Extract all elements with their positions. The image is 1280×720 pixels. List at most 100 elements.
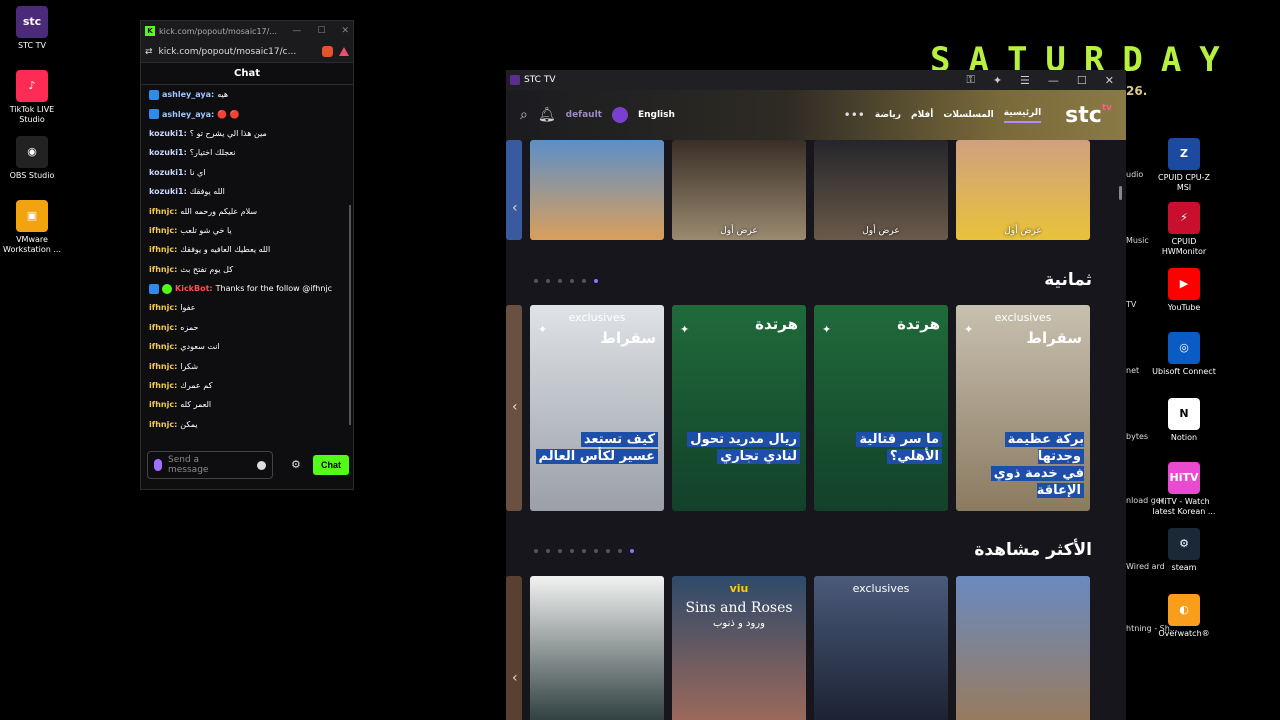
search-icon[interactable]: ⌕ bbox=[520, 107, 528, 123]
site-info-icon[interactable]: ⇄ bbox=[145, 47, 153, 57]
chat-username[interactable]: ifhnjc: bbox=[149, 362, 177, 371]
pager-dot[interactable] bbox=[594, 549, 598, 553]
desktop-shortcut[interactable]: Z CPUID CPU-Z MSI bbox=[1152, 138, 1216, 193]
chat-username[interactable]: ifhnjc: bbox=[149, 381, 177, 390]
microphone-icon[interactable] bbox=[154, 459, 162, 471]
desktop-shortcut-label-partial[interactable]: Music bbox=[1126, 236, 1149, 246]
chat-username[interactable]: ifhnjc: bbox=[149, 207, 177, 216]
chat-username[interactable]: kozuki1: bbox=[149, 129, 187, 138]
poster-card[interactable]: عرض أول bbox=[956, 140, 1090, 240]
chat-url-text[interactable]: kick.com/popout/mosaic17/c... bbox=[159, 47, 297, 57]
nav-item-movies[interactable]: أفلام bbox=[911, 110, 933, 120]
poster-card-partial[interactable] bbox=[506, 140, 522, 240]
more-options-icon[interactable]: ••• bbox=[844, 108, 865, 122]
chat-username[interactable]: ifhnjc: bbox=[149, 303, 177, 312]
carousel-pager[interactable] bbox=[534, 279, 598, 283]
profile-avatar[interactable] bbox=[611, 107, 628, 123]
chat-username[interactable]: ifhnjc: bbox=[149, 400, 177, 409]
desktop-shortcut[interactable]: ♪ TikTok LIVE Studio bbox=[0, 70, 64, 125]
pager-dot[interactable] bbox=[582, 549, 586, 553]
desktop-shortcut-label-partial[interactable]: net bbox=[1126, 366, 1139, 376]
chat-username[interactable]: ashley_aya: bbox=[162, 110, 214, 119]
brave-rewards-icon[interactable] bbox=[339, 47, 349, 56]
chat-username[interactable]: ifhnjc: bbox=[149, 342, 177, 351]
close-icon[interactable]: ✕ bbox=[341, 26, 349, 36]
chat-username[interactable]: ifhnjc: bbox=[149, 245, 177, 254]
nav-item-home[interactable]: الرئيسية bbox=[1003, 108, 1042, 123]
pager-dot[interactable] bbox=[606, 549, 610, 553]
desktop-shortcut[interactable]: N Notion bbox=[1152, 398, 1216, 443]
chat-username[interactable]: KickBot: bbox=[175, 284, 213, 293]
desktop-shortcut[interactable]: ◎ Ubisoft Connect bbox=[1152, 332, 1216, 377]
page-scrollbar[interactable] bbox=[1119, 186, 1122, 200]
pager-dot[interactable] bbox=[594, 279, 598, 283]
chat-send-button[interactable]: Chat bbox=[313, 455, 349, 475]
pager-dot[interactable] bbox=[546, 279, 550, 283]
pager-dot[interactable] bbox=[630, 549, 634, 553]
chat-username[interactable]: ashley_aya: bbox=[162, 90, 214, 99]
key-icon[interactable]: ⚿ bbox=[966, 73, 974, 87]
chat-username[interactable]: ifhnjc: bbox=[149, 420, 177, 429]
poster-card[interactable]: عرض أول bbox=[814, 140, 948, 240]
maximize-icon[interactable]: ☐ bbox=[1077, 74, 1087, 87]
poster-card[interactable]: عرض أول bbox=[672, 140, 806, 240]
pager-dot[interactable] bbox=[558, 549, 562, 553]
pager-dot[interactable] bbox=[570, 549, 574, 553]
chat-username[interactable]: ifhnjc: bbox=[149, 323, 177, 332]
desktop-shortcut[interactable]: ◉ OBS Studio bbox=[0, 136, 64, 181]
chat-settings-gear-icon[interactable]: ⚙ bbox=[291, 458, 301, 471]
carousel-left-arrow-icon[interactable]: ‹ bbox=[512, 399, 518, 415]
desktop-shortcut-label-partial[interactable]: nload ger bbox=[1126, 496, 1164, 506]
chat-username[interactable]: kozuki1: bbox=[149, 187, 187, 196]
stc-window-titlebar[interactable]: STC TV ⚿ ✦ ☰ — ☐ ✕ bbox=[506, 70, 1126, 90]
poster-card[interactable] bbox=[530, 576, 664, 720]
menu-icon[interactable]: ☰ bbox=[1020, 74, 1030, 87]
desktop-shortcut-label-partial[interactable]: TV bbox=[1126, 300, 1136, 310]
chat-username[interactable]: ifhnjc: bbox=[149, 265, 177, 274]
chat-username[interactable]: kozuki1: bbox=[149, 148, 187, 157]
pager-dot[interactable] bbox=[534, 549, 538, 553]
poster-card[interactable]: exclusives ✦ سقراط بركة عظيمة وجدتها في … bbox=[956, 305, 1090, 511]
pager-dot[interactable] bbox=[546, 549, 550, 553]
carousel-left-arrow-icon[interactable]: ‹ bbox=[512, 670, 518, 686]
pager-dot[interactable] bbox=[570, 279, 574, 283]
brave-shield-icon[interactable] bbox=[322, 46, 333, 57]
emoji-icon[interactable] bbox=[257, 460, 266, 470]
poster-card[interactable]: viu Sins and Roses ورود و ذنوب bbox=[672, 576, 806, 720]
profile-name[interactable]: default bbox=[566, 110, 602, 120]
carousel-pager[interactable] bbox=[534, 549, 634, 553]
notification-bell-icon[interactable]: 🔔︎ bbox=[538, 107, 556, 123]
poster-card[interactable]: ✦ هرتدة ما سر قتالية الأهلي؟ bbox=[814, 305, 948, 511]
chat-scrollbar[interactable] bbox=[349, 205, 351, 425]
nav-item-sports[interactable]: رياضة bbox=[875, 110, 901, 120]
minimize-icon[interactable]: — bbox=[1048, 74, 1059, 87]
close-icon[interactable]: ✕ bbox=[1105, 74, 1114, 87]
carousel-left-arrow-icon[interactable]: ‹ bbox=[512, 200, 518, 216]
desktop-shortcut[interactable]: ⚡ CPUID HWMonitor bbox=[1152, 202, 1216, 257]
desktop-shortcut-label-partial[interactable]: htning - Sh... bbox=[1126, 624, 1177, 634]
desktop-shortcut-label-partial[interactable]: udio bbox=[1126, 170, 1143, 180]
desktop-shortcut-label-partial[interactable]: bytes bbox=[1126, 432, 1148, 442]
desktop-shortcut-label-partial[interactable]: Wired ard bbox=[1126, 562, 1165, 572]
pager-dot[interactable] bbox=[534, 279, 538, 283]
stc-tv-logo[interactable]: stctv bbox=[1065, 103, 1112, 128]
language-toggle[interactable]: English bbox=[638, 110, 675, 120]
pager-dot[interactable] bbox=[618, 549, 622, 553]
desktop-shortcut[interactable]: ▶ YouTube bbox=[1152, 268, 1216, 313]
pager-dot[interactable] bbox=[558, 279, 562, 283]
chat-username[interactable]: ifhnjc: bbox=[149, 226, 177, 235]
poster-card[interactable]: ✦ هرتدة ريال مدريد تحول لنادي تجاري bbox=[672, 305, 806, 511]
poster-card[interactable]: exclusives bbox=[814, 576, 948, 720]
poster-card[interactable] bbox=[530, 140, 664, 240]
desktop-shortcut[interactable]: HiTV HiTV - Watch latest Korean ... bbox=[1152, 462, 1216, 517]
desktop-shortcut[interactable]: stc STC TV bbox=[0, 6, 64, 51]
chat-window-titlebar[interactable]: K kick.com/popout/mosaic17/... — ☐ ✕ bbox=[141, 21, 353, 41]
poster-card-partial[interactable] bbox=[506, 576, 522, 720]
chat-message-list[interactable]: ashley_aya: هيه ashley_aya: 🔴 🔴 kozuki1: مين … bbox=[141, 85, 353, 437]
minimize-icon[interactable]: — bbox=[292, 26, 301, 36]
chat-username[interactable]: kozuki1: bbox=[149, 168, 187, 177]
poster-card[interactable]: exclusives ✦ سقراط كيف تستعد عسير لكأس ا… bbox=[530, 305, 664, 511]
nav-item-series[interactable]: المسلسلات bbox=[943, 110, 993, 120]
pager-dot[interactable] bbox=[582, 279, 586, 283]
poster-card[interactable] bbox=[956, 576, 1090, 720]
